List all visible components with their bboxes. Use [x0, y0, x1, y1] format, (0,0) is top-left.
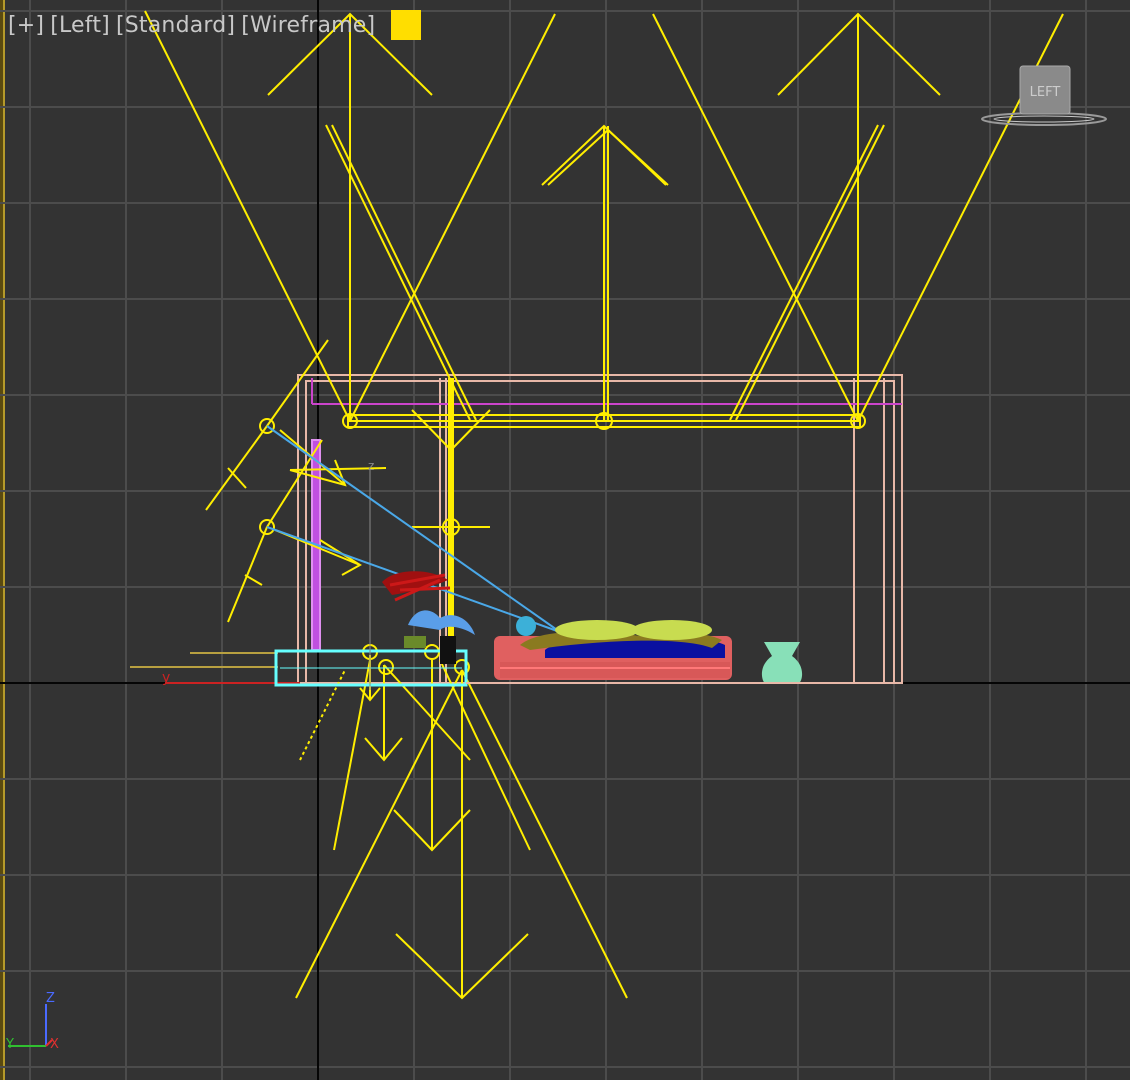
- shelf-guides: [130, 652, 278, 668]
- light-rays[interactable]: [144, 10, 1064, 422]
- sofa[interactable]: [494, 616, 732, 680]
- vertical-light[interactable]: [411, 378, 491, 650]
- tripod-x-label: X: [50, 1037, 59, 1052]
- tripod-z-label: Z: [46, 991, 55, 1006]
- axis-tripod: Z Y X: [5, 991, 59, 1052]
- gizmo-z-label: z: [368, 459, 374, 473]
- viewport-display-mode-menu[interactable]: [Wireframe]: [241, 13, 375, 38]
- viewport-point-of-view-menu[interactable]: [Left]: [50, 13, 110, 38]
- viewport-general-menu[interactable]: [+]: [8, 13, 44, 38]
- viewcube-face-label: LEFT: [1030, 85, 1061, 100]
- vase[interactable]: [761, 642, 803, 682]
- world-y-label: y: [162, 670, 170, 686]
- floor-lights[interactable]: [295, 644, 628, 1000]
- viewport-shading-menu[interactable]: [Standard]: [116, 13, 235, 38]
- left-viewport[interactable]: y z LEFT Z Y X [+] [Left] [Standard] [Wi…: [0, 0, 1130, 1080]
- angled-wall-lights[interactable]: [205, 339, 387, 623]
- viewport-color-swatch[interactable]: [391, 10, 422, 40]
- viewport-canvas[interactable]: y z LEFT Z Y X: [0, 0, 1130, 1080]
- viewport-label-menu: [+] [Left] [Standard] [Wireframe]: [8, 10, 422, 40]
- tripod-y-label: Y: [5, 1037, 14, 1052]
- viewcube[interactable]: LEFT: [981, 65, 1107, 126]
